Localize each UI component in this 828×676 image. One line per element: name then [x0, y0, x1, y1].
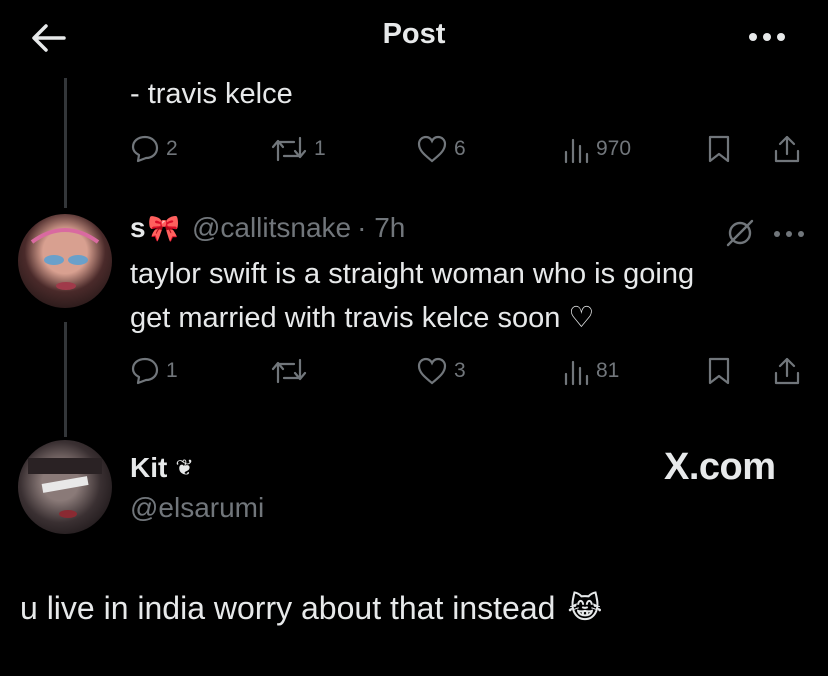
view-count: 81: [596, 359, 620, 382]
like-count: 3: [454, 359, 466, 382]
author-emoji: ❦: [175, 455, 194, 480]
page-title: Post: [382, 18, 446, 50]
more-icon: [774, 231, 804, 237]
share-icon: [774, 357, 800, 385]
author-name[interactable]: Kit: [130, 452, 167, 484]
avatar[interactable]: [18, 214, 112, 308]
share-button[interactable]: [772, 356, 802, 386]
post-text-line: get married with travis kelce soon ♡: [130, 302, 595, 334]
reply-button[interactable]: 1: [130, 356, 178, 386]
avatar-image: [28, 458, 102, 518]
repost-button[interactable]: [270, 356, 314, 386]
post-more-button[interactable]: [772, 226, 806, 244]
post-text: - travis kelce: [130, 78, 293, 110]
views-button[interactable]: 970: [562, 134, 631, 164]
views-icon: [564, 138, 589, 164]
heart-icon: [417, 135, 447, 163]
thread-line: [64, 322, 67, 437]
reply-text-row: u live in india worry about that instead…: [20, 590, 602, 627]
avatar-image: [30, 228, 100, 290]
x-com-watermark: X.com: [664, 446, 776, 488]
views-icon: [564, 360, 589, 386]
avatar[interactable]: [18, 440, 112, 534]
repost-icon: [271, 136, 307, 162]
grok-icon[interactable]: [725, 218, 755, 253]
bookmark-button[interactable]: [706, 134, 732, 164]
like-button[interactable]: 6: [416, 134, 466, 164]
more-icon: [749, 33, 785, 41]
repost-button[interactable]: 1: [270, 134, 326, 164]
reply-icon: [131, 357, 159, 385]
share-button[interactable]: [772, 134, 802, 164]
like-button[interactable]: 3: [416, 356, 466, 386]
reply-count: 2: [166, 137, 178, 160]
reply-count: 1: [166, 359, 178, 382]
reply-icon: [131, 135, 159, 163]
cat-tears-emoji: 😹: [567, 592, 603, 625]
author-handle[interactable]: @callitsnake: [192, 212, 351, 244]
repost-icon: [271, 358, 307, 384]
reply-text: u live in india worry about that instead: [20, 590, 556, 626]
post-time[interactable]: · 7h: [357, 212, 405, 244]
heart-icon: [417, 357, 447, 385]
author-row: s 🎀 @callitsnake · 7h: [130, 212, 405, 244]
thread-line: [64, 78, 67, 208]
view-count: 970: [596, 137, 632, 160]
author-row: Kit ❦: [130, 452, 194, 484]
author-emoji: 🎀: [147, 212, 180, 243]
bookmark-icon: [708, 135, 730, 163]
reply-button[interactable]: 2: [130, 134, 178, 164]
post-actions: 2 1 6 970: [130, 134, 810, 166]
like-count: 6: [454, 137, 466, 160]
share-icon: [774, 135, 800, 163]
bookmark-button[interactable]: [706, 356, 732, 386]
post-actions: 1 3 81: [130, 356, 810, 388]
more-options-button[interactable]: [745, 22, 789, 52]
post-text-line: taylor swift is a straight woman who is …: [130, 258, 695, 290]
bookmark-icon: [708, 357, 730, 385]
views-button[interactable]: 81: [562, 356, 619, 386]
author-name[interactable]: s: [130, 212, 146, 244]
repost-count: 1: [314, 137, 326, 160]
author-handle[interactable]: @elsarumi: [130, 492, 264, 524]
